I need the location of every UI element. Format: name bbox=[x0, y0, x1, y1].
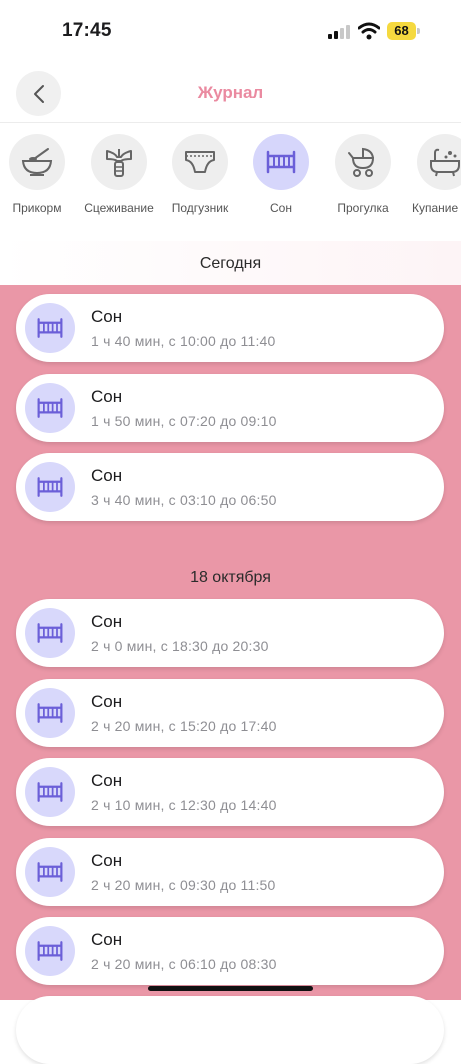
cellular-signal-icon bbox=[328, 25, 350, 39]
crib-icon bbox=[37, 623, 63, 643]
section-title: Сегодня bbox=[199, 255, 262, 272]
category-bar: Прикорм Сцеживание Подгузник Сон Прогулк… bbox=[0, 130, 461, 240]
category-label: Подгузник bbox=[171, 201, 229, 215]
category-label: Прогулка bbox=[337, 201, 389, 215]
category-label: Купание bbox=[412, 201, 459, 215]
header: Журнал bbox=[0, 66, 461, 122]
section-header-today: Сегодня bbox=[0, 241, 461, 285]
sleep-entry[interactable]: Сон 1 ч 50 мин, с 07:20 до 09:10 bbox=[16, 374, 444, 442]
entries-list[interactable]: Сон 1 ч 40 мин, с 10:00 до 11:40 Сон 1 ч… bbox=[0, 285, 461, 1064]
entry-detail: 2 ч 10 мин, с 12:30 до 14:40 bbox=[91, 797, 277, 813]
stroller-icon bbox=[348, 147, 375, 177]
entry-detail: 1 ч 40 мин, с 10:00 до 11:40 bbox=[91, 333, 276, 349]
crib-icon bbox=[37, 703, 63, 723]
entry-detail: 3 ч 40 мин, с 03:10 до 06:50 bbox=[91, 492, 277, 508]
crib-icon bbox=[37, 398, 63, 418]
breast-pump-icon bbox=[106, 149, 132, 177]
category-label: Сцеживание bbox=[84, 201, 154, 215]
crib-icon bbox=[37, 941, 63, 961]
entry-title: Сон bbox=[91, 851, 123, 870]
sleep-entry[interactable]: Сон 3 ч 40 мин, с 03:10 до 06:50 bbox=[16, 453, 444, 521]
crib-icon bbox=[37, 477, 63, 497]
sleep-entry[interactable]: Сон 1 ч 40 мин, с 10:00 до 11:40 bbox=[16, 294, 444, 362]
home-indicator[interactable] bbox=[148, 986, 313, 991]
category-walk[interactable]: Прогулка bbox=[322, 130, 404, 240]
crib-icon bbox=[266, 150, 296, 174]
status-bar: 17:45 68 bbox=[0, 0, 461, 58]
sleep-entry[interactable]: Сон 2 ч 10 мин, с 12:30 до 14:40 bbox=[16, 758, 444, 826]
entry-title: Сон bbox=[91, 307, 123, 326]
entry-title: Сон bbox=[91, 771, 123, 790]
sleep-entry[interactable]: Сон 2 ч 20 мин, с 06:10 до 08:30 bbox=[16, 917, 444, 985]
crib-icon bbox=[37, 782, 63, 802]
category-feeding[interactable]: Прикорм bbox=[0, 130, 78, 240]
entry-title: Сон bbox=[91, 387, 123, 406]
sleep-entry[interactable]: Сон 2 ч 0 мин, с 18:30 до 20:30 bbox=[16, 599, 444, 667]
category-sleep[interactable]: Сон bbox=[240, 130, 322, 240]
bowl-icon bbox=[21, 148, 53, 176]
category-diaper[interactable]: Подгузник bbox=[159, 130, 241, 240]
battery-icon: 68 bbox=[387, 22, 420, 40]
entry-detail: 2 ч 20 мин, с 06:10 до 08:30 bbox=[91, 956, 277, 972]
battery-level: 68 bbox=[394, 23, 409, 38]
entry-title: Сон bbox=[91, 612, 123, 631]
entry-title: Сон bbox=[91, 930, 123, 949]
sleep-entry[interactable]: Сон 2 ч 20 мин, с 15:20 до 17:40 bbox=[16, 679, 444, 747]
category-pumping[interactable]: Сцеживание bbox=[78, 130, 160, 240]
entry-detail: 2 ч 0 мин, с 18:30 до 20:30 bbox=[91, 638, 269, 654]
crib-icon bbox=[37, 318, 63, 338]
bathtub-icon bbox=[430, 148, 460, 177]
status-time: 17:45 bbox=[62, 20, 112, 41]
category-bath[interactable]: Купание bbox=[404, 130, 461, 240]
sleep-entry-partial[interactable] bbox=[16, 996, 444, 1064]
sleep-entry[interactable]: Сон 2 ч 20 мин, с 09:30 до 11:50 bbox=[16, 838, 444, 906]
entry-detail: 2 ч 20 мин, с 09:30 до 11:50 bbox=[91, 877, 276, 893]
diaper-icon bbox=[185, 151, 215, 173]
crib-icon bbox=[37, 862, 63, 882]
wifi-icon bbox=[358, 22, 380, 40]
entry-detail: 1 ч 50 мин, с 07:20 до 09:10 bbox=[91, 413, 277, 429]
page-title: Журнал bbox=[197, 83, 264, 102]
entry-title: Сон bbox=[91, 692, 123, 711]
entry-detail: 2 ч 20 мин, с 15:20 до 17:40 bbox=[91, 718, 277, 734]
header-divider bbox=[0, 122, 461, 123]
section-title-date: 18 октября bbox=[190, 569, 271, 586]
entry-title: Сон bbox=[91, 466, 123, 485]
category-label: Прикорм bbox=[12, 201, 62, 215]
category-label: Сон bbox=[270, 201, 292, 215]
